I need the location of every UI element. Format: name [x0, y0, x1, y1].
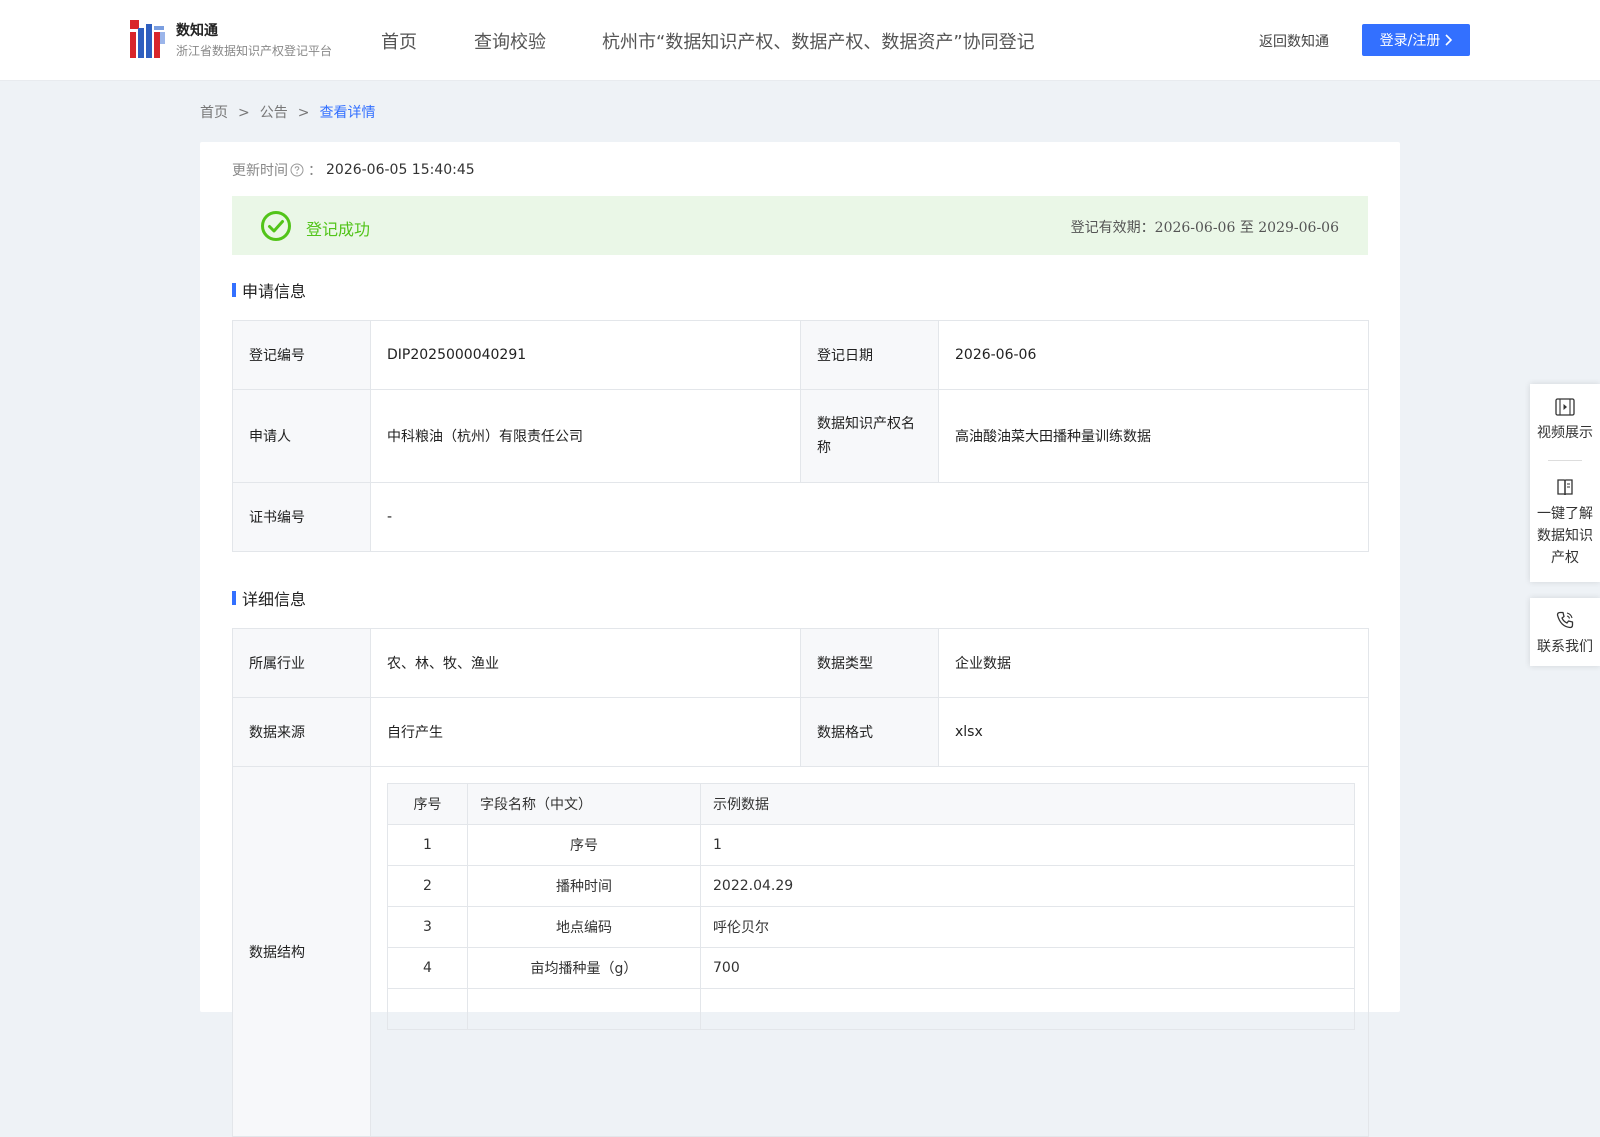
- table-header-row: 序号 字段名称（中文） 示例数据: [387, 783, 1355, 825]
- format-value: xlsx: [938, 697, 1369, 767]
- back-to-shuzhitong-link[interactable]: 返回数知通: [1259, 31, 1329, 51]
- top-header: 数知通 浙江省数据知识产权登记平台 首页 查询校验 杭州市“数据知识产权、数据产…: [0, 0, 1600, 81]
- table-row: 申请人 中科粮油（杭州）有限责任公司 数据知识产权名称 高油酸油菜大田播种量训练…: [232, 389, 1369, 483]
- contact-us-button[interactable]: 联系我们: [1530, 610, 1600, 656]
- breadcrumb-notice[interactable]: 公告: [260, 105, 288, 121]
- brand-name: 数知通: [176, 23, 218, 39]
- book-icon: [1557, 479, 1573, 496]
- source-value: 自行产生: [370, 697, 801, 767]
- breadcrumb: 首页 > 公告 > 查看详情: [200, 102, 375, 122]
- data-type-label: 数据类型: [800, 628, 939, 698]
- login-register-label: 登录/注册: [1379, 33, 1441, 49]
- cell-field: 序号: [467, 824, 701, 866]
- reg-date-label: 登记日期: [800, 320, 939, 390]
- float-panel-top: 视频展示 一键了解数据知识产权: [1530, 384, 1600, 582]
- cell-example: 呼伦贝尔: [700, 906, 1355, 948]
- nav-home[interactable]: 首页: [381, 28, 417, 54]
- table-row: 数据来源 自行产生 数据格式 xlsx: [232, 697, 1369, 767]
- format-label: 数据格式: [800, 697, 939, 767]
- update-time-colon: ：: [308, 163, 322, 179]
- cell-field: 亩均播种量（g）: [467, 947, 701, 989]
- structure-cell: 序号 字段名称（中文） 示例数据 1 序号 1 2 播种时间 2022.04.2…: [370, 766, 1369, 1137]
- video-showcase-label: 视频展示: [1537, 425, 1593, 441]
- breadcrumb-separator: >: [238, 105, 250, 121]
- col-header-example: 示例数据: [700, 783, 1355, 825]
- detail-info-table: 所属行业 农、林、牧、渔业 数据类型 企业数据 数据来源 自行产生 数据格式 x…: [232, 628, 1369, 1137]
- cell-example: 700: [700, 947, 1355, 989]
- nav-hangzhou-registration[interactable]: 杭州市“数据知识产权、数据产权、数据资产”协同登记: [602, 28, 1035, 54]
- section-marker: [232, 591, 236, 605]
- applicant-value: 中科粮油（杭州）有限责任公司: [370, 389, 801, 483]
- cell-no: 2: [387, 865, 468, 907]
- section-title-text: 申请信息: [242, 282, 307, 301]
- brand-subtitle: 浙江省数据知识产权登记平台: [176, 44, 333, 58]
- cell-example: [700, 988, 1355, 1030]
- applicant-label: 申请人: [232, 389, 371, 483]
- section-title-detail: 详细信息: [232, 586, 306, 610]
- ip-name-label: 数据知识产权名称: [800, 389, 939, 483]
- reg-date-value: 2026-06-06: [938, 320, 1369, 390]
- cert-no-label: 证书编号: [232, 482, 371, 552]
- table-row: 数据结构 序号 字段名称（中文） 示例数据 1 序号 1 2 播种时间 2022…: [232, 766, 1369, 1137]
- table-row: 所属行业 农、林、牧、渔业 数据类型 企业数据: [232, 628, 1369, 698]
- table-row: 登记编号 DIP2025000040291 登记日期 2026-06-06: [232, 320, 1369, 390]
- data-type-value: 企业数据: [938, 628, 1369, 698]
- source-label: 数据来源: [232, 697, 371, 767]
- learn-data-ip-label: 一键了解数据知识产权: [1537, 506, 1593, 566]
- status-text: 登记成功: [306, 220, 371, 239]
- question-circle-icon[interactable]: [290, 163, 304, 177]
- video-showcase-button[interactable]: 视频展示: [1530, 398, 1600, 442]
- table-row: 证书编号 -: [232, 482, 1369, 552]
- contact-us-label: 联系我们: [1537, 639, 1593, 655]
- cell-example: 1: [700, 824, 1355, 866]
- update-time-value: 2026-06-05 15:40:45: [326, 162, 475, 178]
- reg-no-value: DIP2025000040291: [370, 320, 801, 390]
- industry-label: 所属行业: [232, 628, 371, 698]
- col-header-no: 序号: [387, 783, 468, 825]
- structure-label: 数据结构: [232, 766, 371, 1137]
- reg-no-label: 登记编号: [232, 320, 371, 390]
- update-time-label: 更新时间: [232, 163, 288, 179]
- table-row: 2 播种时间 2022.04.29: [387, 865, 1355, 907]
- panel-divider: [1548, 460, 1582, 461]
- table-row: [387, 988, 1355, 1030]
- section-marker: [232, 283, 236, 297]
- cell-field: 播种时间: [467, 865, 701, 907]
- col-header-field: 字段名称（中文）: [467, 783, 701, 825]
- detail-card: 更新时间 ： 2026-06-05 15:40:45 登记成功 登记有效期：20…: [200, 142, 1400, 1137]
- breadcrumb-home[interactable]: 首页: [200, 105, 228, 121]
- section-title-apply: 申请信息: [232, 278, 306, 302]
- breadcrumb-current: 查看详情: [319, 105, 376, 121]
- registration-status-bar: 登记成功 登记有效期：2026-06-06 至 2029-06-06: [232, 196, 1368, 255]
- industry-value: 农、林、牧、渔业: [370, 628, 801, 698]
- video-icon: [1555, 398, 1575, 416]
- data-structure-table: 序号 字段名称（中文） 示例数据 1 序号 1 2 播种时间 2022.04.2…: [387, 783, 1355, 1030]
- check-circle-icon: [261, 211, 291, 241]
- table-row: 1 序号 1: [387, 824, 1355, 866]
- apply-info-table: 登记编号 DIP2025000040291 登记日期 2026-06-06 申请…: [232, 320, 1369, 552]
- logo-icon[interactable]: [130, 20, 166, 58]
- cell-no: 4: [387, 947, 468, 989]
- phone-icon: [1556, 611, 1574, 629]
- chevron-right-icon: [1445, 34, 1453, 46]
- learn-data-ip-button[interactable]: 一键了解数据知识产权: [1530, 477, 1600, 569]
- cell-no: 1: [387, 824, 468, 866]
- cell-example: 2022.04.29: [700, 865, 1355, 907]
- cell-no: [387, 988, 468, 1030]
- cell-field: [467, 988, 701, 1030]
- login-register-button[interactable]: 登录/注册: [1362, 24, 1470, 56]
- cert-no-value: -: [370, 482, 1369, 552]
- update-time-row: 更新时间 ： 2026-06-05 15:40:45: [232, 160, 475, 180]
- breadcrumb-separator: >: [297, 105, 310, 121]
- float-panel-bottom: 联系我们: [1530, 598, 1600, 666]
- cell-field: 地点编码: [467, 906, 701, 948]
- ip-name-value: 高油酸油菜大田播种量训练数据: [938, 389, 1369, 483]
- table-row: 4 亩均播种量（g） 700: [387, 947, 1355, 989]
- validity-period: 登记有效期：2026-06-06 至 2029-06-06: [1070, 220, 1339, 236]
- section-title-text: 详细信息: [242, 590, 307, 609]
- nav-query-verify[interactable]: 查询校验: [474, 28, 546, 54]
- table-row: 3 地点编码 呼伦贝尔: [387, 906, 1355, 948]
- cell-no: 3: [387, 906, 468, 948]
